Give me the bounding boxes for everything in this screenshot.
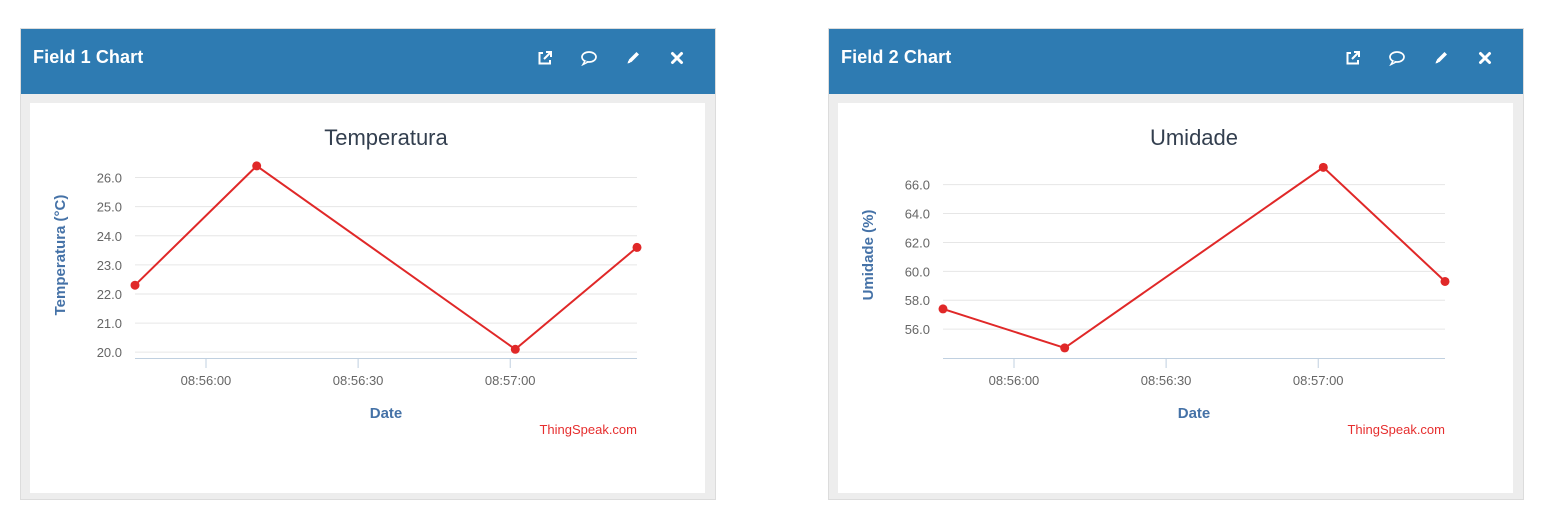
y-tick-label: 56.0 (905, 322, 930, 337)
close-icon[interactable] (1463, 43, 1507, 73)
y-tick-label: 62.0 (905, 235, 930, 250)
y-tick-label: 58.0 (905, 293, 930, 308)
x-tick-label: 08:56:30 (333, 373, 384, 388)
panel-title: Field 1 Chart (33, 47, 144, 67)
y-tick-label: 21.0 (97, 316, 122, 331)
y-tick-label: 60.0 (905, 264, 930, 279)
panel-title: Field 2 Chart (841, 47, 952, 67)
y-tick-label: 26.0 (97, 171, 122, 186)
field-2-chart-panel: Field 2 Chart 56.0 58.0 60.0 62.0 64.0 6… (828, 28, 1524, 500)
y-tick-label: 22.0 (97, 287, 122, 302)
panel-toolbar (523, 43, 699, 73)
x-tick-label: 08:57:00 (1293, 373, 1344, 388)
data-point[interactable] (1440, 276, 1450, 286)
temperature-chart: 20.0 21.0 22.0 23.0 24.0 25.0 26.0 08:56:00 08:… (52, 125, 642, 437)
panel-header: Field 1 Chart (21, 29, 715, 94)
humidity-chart: 56.0 58.0 60.0 62.0 64.0 66.0 08:56:00 08:56:3… (860, 125, 1450, 437)
comment-icon[interactable] (567, 43, 611, 73)
pencil-icon[interactable] (1419, 43, 1463, 73)
pencil-icon[interactable] (611, 43, 655, 73)
field-1-chart-panel: Field 1 Chart 20.0 21.0 22.0 23.0 24.0 2… (20, 28, 716, 500)
data-point[interactable] (938, 304, 948, 314)
data-point[interactable] (1318, 162, 1328, 172)
chart-title: Temperatura (324, 125, 448, 150)
x-tick-label: 08:57:00 (485, 373, 536, 388)
series-line (134, 164, 638, 351)
close-icon[interactable] (655, 43, 699, 73)
data-point[interactable] (1060, 343, 1070, 353)
x-tick-label: 08:56:00 (181, 373, 232, 388)
series-line (942, 166, 1446, 350)
thingspeak-credit-link[interactable]: ThingSpeak.com (1347, 422, 1445, 437)
panel-toolbar (1331, 43, 1507, 73)
data-point[interactable] (252, 161, 262, 171)
chart-title: Umidade (1150, 125, 1238, 150)
external-link-icon[interactable] (523, 43, 567, 73)
data-point[interactable] (632, 242, 642, 252)
chart-area: 20.0 21.0 22.0 23.0 24.0 25.0 26.0 08:56:00 08:… (30, 103, 705, 493)
y-tick-label: 66.0 (905, 178, 930, 193)
panel-header: Field 2 Chart (829, 29, 1523, 94)
y-tick-label: 25.0 (97, 200, 122, 215)
x-axis-title: Date (1178, 405, 1211, 422)
y-axis-title: Temperatura (°C) (52, 195, 69, 316)
y-tick-label: 24.0 (97, 229, 122, 244)
chart-area: 56.0 58.0 60.0 62.0 64.0 66.0 08:56:00 08:56:3… (838, 103, 1513, 493)
thingspeak-credit-link[interactable]: ThingSpeak.com (539, 422, 637, 437)
x-tick-label: 08:56:30 (1141, 373, 1192, 388)
comment-icon[interactable] (1375, 43, 1419, 73)
external-link-icon[interactable] (1331, 43, 1375, 73)
y-tick-label: 64.0 (905, 207, 930, 222)
y-tick-label: 23.0 (97, 258, 122, 273)
x-tick-label: 08:56:00 (989, 373, 1040, 388)
x-axis-title: Date (370, 405, 403, 422)
y-tick-label: 20.0 (97, 345, 122, 360)
y-axis-title: Umidade (%) (860, 210, 877, 301)
data-point[interactable] (130, 280, 140, 290)
data-point[interactable] (510, 344, 520, 354)
